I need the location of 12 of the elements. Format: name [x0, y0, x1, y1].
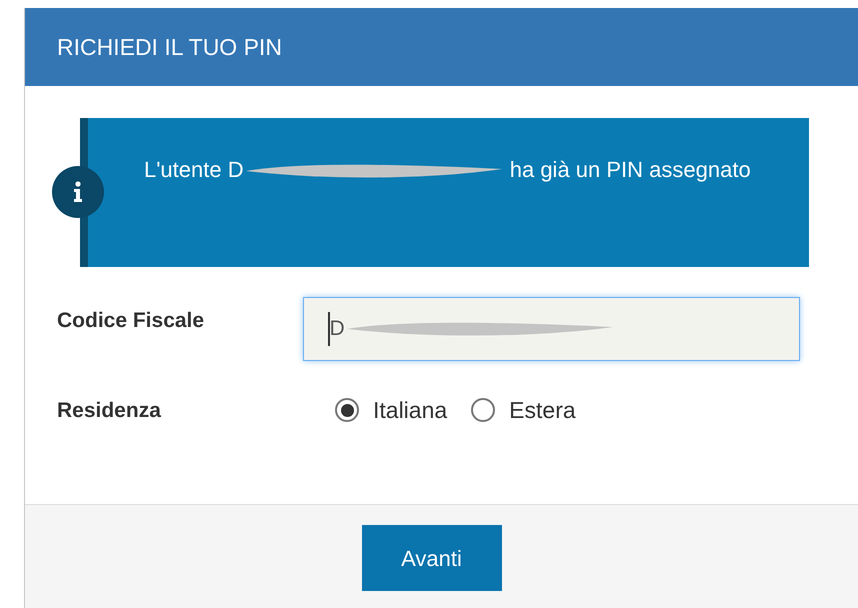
alert-message: L'utente D ha già un PIN assegnato [144, 157, 751, 182]
input-value: D [330, 316, 345, 342]
field-label: Codice Fiscale [56, 308, 206, 334]
radio-label: Italiana [373, 396, 448, 425]
panel-title: RICHIEDI IL TUO PIN [57, 32, 282, 62]
field-label: Residenza [56, 398, 162, 424]
text-cursor [328, 312, 330, 346]
radio-button[interactable] [335, 398, 359, 422]
radio-button[interactable] [471, 398, 496, 422]
next-button[interactable]: Avanti [362, 525, 502, 591]
input-field[interactable]: D [303, 297, 800, 361]
radio-label: Estera [509, 396, 576, 425]
